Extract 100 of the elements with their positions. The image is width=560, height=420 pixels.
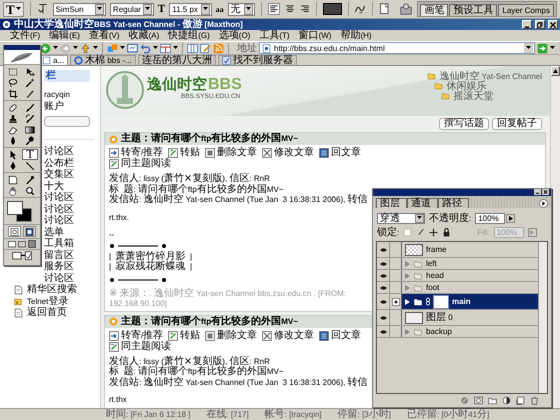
post-source: ※ 来源：. 逸仙时空 Yat-sen Channel bbs.zsu.edu.cn . [FROM: 192.168.90.100]: [109, 288, 347, 308]
post-action-link[interactable]: 转寄/推荐: [109, 148, 164, 158]
post-text: rt.thx: [109, 395, 128, 406]
layer-row[interactable]: 图层 0: [377, 310, 538, 326]
sidebar-header: 栏: [44, 70, 90, 82]
menu-item[interactable]: 快捷组(G): [168, 30, 210, 41]
post-meta-line: 标 题: 请问有哪个ftp有比较多的外国MV~: [109, 367, 284, 377]
sidebar-item[interactable]: 服务区: [44, 262, 74, 273]
menu-item[interactable]: 编辑(E): [49, 30, 80, 41]
font-family-dropdown[interactable]: SimSun: [52, 2, 106, 16]
post-button[interactable]: 撰写话题: [439, 118, 489, 130]
menu-item[interactable]: 查看(V): [88, 30, 120, 41]
sidebar-item[interactable]: 讨论区: [44, 273, 74, 284]
post-subject: 主题：请问有哪个ftp有比较多的外国MV~: [121, 316, 298, 326]
post-action-link[interactable]: 同主题阅读: [109, 342, 171, 352]
panel-tab[interactable]: 通道: [407, 198, 438, 208]
sidebar-item[interactable]: 公布栏: [44, 158, 74, 170]
layer-name: left: [426, 258, 437, 268]
sidebar-item[interactable]: 精华区搜索: [14, 284, 77, 296]
layer-row[interactable]: left: [377, 258, 538, 270]
palette-tab[interactable]: 预设工具: [449, 4, 498, 16]
layer-name: head: [426, 270, 444, 280]
tool-button[interactable]: T: [22, 149, 38, 160]
sidebar-item[interactable]: 工具箱: [44, 238, 74, 250]
post-action-link[interactable]: 删除文章: [205, 148, 258, 158]
post-meta-line: 发信站: 逸仙时空 Yat-sen Channel (Tue Jan 3 16:38:31 2006), 转信: [109, 195, 369, 206]
sidebar-item[interactable]: 讨论区: [44, 216, 74, 227]
layer-row[interactable]: backup: [377, 326, 538, 338]
panel-tab[interactable]: 路径: [438, 198, 469, 208]
browser-tab[interactable]: 找不到服务器: [218, 55, 297, 65]
sidebar-item[interactable]: Telnet登录: [14, 296, 68, 308]
sidebar-item[interactable]: 讨论区: [44, 204, 74, 216]
logo-suffix: BBS: [208, 77, 242, 93]
browser-tab[interactable]: 连岳的第八大洲: [138, 55, 216, 65]
post-action-link[interactable]: 转寄/推荐: [109, 330, 164, 340]
status-text: 帐号: [tracyqin]: [264, 410, 322, 420]
action-label: 删除文章: [217, 148, 258, 158]
action-label: 转寄/推荐: [121, 330, 164, 340]
status-text: 在线: [717]: [206, 410, 249, 420]
post-action-link[interactable]: 转贴: [168, 330, 200, 340]
action-label: 转贴: [180, 330, 200, 340]
action-label: 同主题阅读: [121, 342, 171, 352]
tool-preset-button[interactable]: T: [3, 2, 24, 16]
sidebar-item[interactable]: 讨论区: [44, 192, 74, 204]
action-label: 同主题阅读: [121, 159, 171, 169]
menu-item[interactable]: 帮助(H): [340, 30, 372, 41]
font-size-glyph: T: [158, 3, 166, 15]
sidebar-item[interactable]: racyqin: [44, 90, 70, 101]
post-text: rt.thx.: [109, 212, 130, 223]
sidebar-item[interactable]: 十大: [44, 181, 64, 192]
menu-item[interactable]: 窗口(W): [298, 30, 332, 41]
post-meta-line: 发信人: lissy (萧竹×复刻版), 信区: RnR: [109, 356, 271, 366]
layer-row[interactable]: frame: [377, 242, 538, 258]
post-action-link[interactable]: 回文章: [319, 148, 362, 158]
sidebar-item[interactable]: 留言区: [44, 250, 74, 262]
palette-tab[interactable]: Layer Comps: [498, 4, 554, 16]
layer-row[interactable]: main: [377, 294, 538, 310]
post-action-link[interactable]: 同主题阅读: [109, 159, 171, 169]
layer-row[interactable]: head: [377, 270, 538, 282]
sidebar-item[interactable]: 选单: [44, 227, 64, 238]
post-action-link[interactable]: 修改文章: [262, 148, 314, 158]
post-action-link[interactable]: 修改文章: [262, 330, 314, 340]
layer-name: foot: [426, 282, 440, 292]
menu-item[interactable]: 文件(F): [10, 30, 40, 41]
signature-separator: --: [109, 230, 116, 240]
address-label: 地址: [237, 42, 257, 54]
antialias-dropdown[interactable]: 无: [228, 2, 256, 16]
panel-tab[interactable]: 图层: [376, 198, 407, 208]
sidebar-item[interactable]: 返回首页: [14, 308, 67, 319]
palette-tab[interactable]: 画笔: [420, 4, 448, 16]
post-button[interactable]: 回复帖子: [492, 118, 542, 130]
post-action-link[interactable]: 转贴: [168, 148, 200, 158]
opacity-field[interactable]: 100%: [475, 212, 506, 224]
blend-mode-dropdown[interactable]: 穿透: [377, 212, 425, 224]
post-action-link[interactable]: 删除文章: [205, 330, 258, 340]
address-field[interactable]: http://bbs.zsu.edu.cn/main.html: [259, 42, 535, 54]
sidebar-item[interactable]: 账户: [44, 101, 64, 112]
browser-tab[interactable]: 木棉 bbs -...: [70, 55, 136, 65]
breadcrumb-link[interactable]: 摇滚天堂: [453, 89, 494, 103]
layer-name: backup: [426, 326, 452, 336]
menu-item[interactable]: 收藏(A): [128, 30, 160, 41]
menu-item[interactable]: 选项(O): [218, 30, 250, 41]
post-action-link[interactable]: 回文章: [319, 330, 362, 340]
sidebar-item[interactable]: 交集区: [44, 170, 74, 181]
post-meta-line: 发信人: lissy (萧竹×复刻版), 信区: RnR: [109, 174, 271, 184]
logo-text: 逸仙时空: [147, 76, 207, 92]
status-text: 已停留: [0小时41分]: [407, 410, 490, 420]
action-label: 删除文章: [217, 330, 258, 340]
antialias-glyph: aa: [216, 4, 224, 14]
signature-line: | 萧萧密竹碎月影 |: [109, 252, 194, 262]
menu-item[interactable]: 工具(T): [259, 30, 290, 41]
fill-label: Fill:: [477, 226, 490, 238]
action-label: 转寄/推荐: [121, 148, 164, 158]
status-text: 停留: [3小时]: [338, 410, 391, 420]
font-style-dropdown[interactable]: Regular: [110, 2, 154, 16]
font-size-dropdown[interactable]: 11.5 px: [169, 2, 212, 16]
action-label: 修改文章: [274, 330, 314, 340]
layer-name: frame: [426, 244, 446, 254]
action-label: 转贴: [180, 148, 200, 158]
sidebar-item[interactable]: 讨论区: [44, 146, 74, 158]
